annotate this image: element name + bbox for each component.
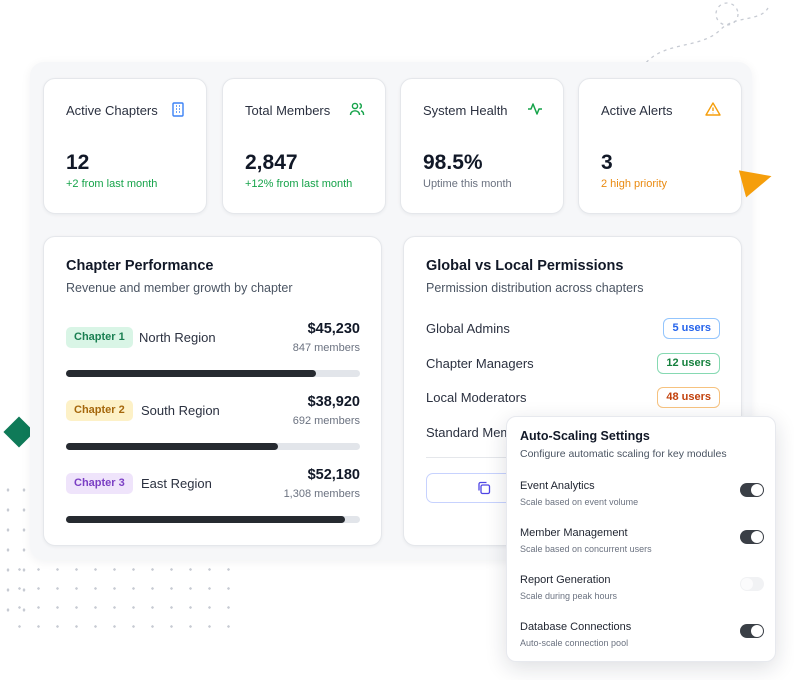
chapter-chip: Chapter 1 [66, 327, 133, 348]
toggle-knob [751, 625, 763, 637]
setting-row-event-analytics: Event Analytics Scale based on event vol… [520, 480, 764, 514]
setting-label: Event Analytics [520, 480, 595, 492]
permission-row[interactable]: Global Admins 5 users [426, 318, 720, 340]
toggle-knob [741, 578, 753, 590]
setting-row-member-management: Member Management Scale based on concurr… [520, 527, 764, 561]
stat-value: 3 [601, 151, 613, 174]
stat-card-total-members[interactable]: Total Members 2,847 +12% from last month [222, 78, 386, 214]
chapter-members: 692 members [292, 415, 360, 427]
chapter-chip: Chapter 2 [66, 400, 133, 421]
setting-label: Database Connections [520, 621, 632, 633]
toggle-knob [751, 531, 763, 543]
auto-scaling-popover: Auto-Scaling Settings Configure automati… [506, 416, 776, 662]
permission-label: Chapter Managers [426, 356, 534, 371]
stat-caption: 2 high priority [601, 178, 668, 190]
stat-label: Active Chapters [66, 103, 158, 118]
stat-label: System Health [423, 103, 508, 118]
building-icon [172, 102, 184, 117]
chapter-region: North Region [139, 330, 216, 345]
stat-caption: Uptime this month [423, 178, 512, 190]
chapter-chip: Chapter 3 [66, 473, 133, 494]
permission-row[interactable]: Local Moderators 48 users [426, 387, 720, 409]
setting-label: Member Management [520, 527, 628, 539]
stat-change: +12% from last month [245, 178, 353, 190]
chapter-performance-card: Chapter Performance Revenue and member g… [43, 236, 382, 546]
stat-change: +2 from last month [66, 178, 158, 190]
popover-title: Auto-Scaling Settings [520, 429, 650, 443]
toggle-switch[interactable] [740, 483, 764, 497]
decorative-dots [10, 560, 235, 630]
setting-row-report-generation: Report Generation Scale during peak hour… [520, 574, 764, 608]
card-title: Chapter Performance [66, 258, 214, 274]
decorative-curve [641, 2, 769, 69]
card-subtitle: Revenue and member growth by chapter [66, 281, 293, 295]
permission-row[interactable]: Chapter Managers 12 users [426, 353, 720, 375]
stat-value: 12 [66, 151, 90, 174]
permission-label: Standard Mem [426, 425, 512, 440]
progress-fill [66, 516, 346, 523]
chapter-revenue: $52,180 [307, 467, 360, 483]
popover-subtitle: Configure automatic scaling for key modu… [520, 448, 727, 460]
user-count-badge: 48 users [657, 387, 720, 408]
setting-description: Scale based on concurrent users [520, 544, 652, 554]
setting-description: Auto-scale connection pool [520, 638, 629, 648]
setting-row-database-connections: Database Connections Auto-scale connecti… [520, 621, 764, 655]
progress-fill [66, 370, 316, 377]
chapter-revenue: $38,920 [307, 394, 360, 410]
progress-fill [66, 443, 278, 450]
toggle-knob [751, 484, 763, 496]
stat-value: 2,847 [245, 151, 298, 174]
stat-label: Active Alerts [601, 103, 673, 118]
permission-label: Local Moderators [426, 390, 527, 405]
stat-card-system-health[interactable]: System Health 98.5% Uptime this month [400, 78, 564, 214]
chapter-region: South Region [141, 403, 220, 418]
users-icon [349, 102, 365, 116]
setting-description: Scale based on event volume [520, 497, 639, 507]
user-count-badge: 5 users [663, 318, 720, 339]
permission-label: Global Admins [426, 321, 510, 336]
chapter-row[interactable]: Chapter 1 North Region $45,230 847 membe… [66, 321, 360, 385]
setting-description: Scale during peak hours [520, 591, 618, 601]
chapter-row[interactable]: Chapter 3 East Region $52,180 1,308 memb… [66, 467, 360, 531]
copy-icon [478, 481, 491, 495]
progress-track [66, 516, 360, 523]
chapter-members: 1,308 members [283, 488, 360, 500]
toggle-switch[interactable] [740, 577, 764, 591]
toggle-switch[interactable] [740, 624, 764, 638]
stat-card-active-chapters[interactable]: Active Chapters 12 +2 from last month [43, 78, 207, 214]
progress-track [66, 370, 360, 377]
card-subtitle: Permission distribution across chapters [426, 281, 644, 295]
stat-label: Total Members [245, 103, 331, 118]
activity-icon [528, 103, 542, 115]
stat-value: 98.5% [423, 151, 483, 174]
chapter-region: East Region [141, 476, 212, 491]
stat-card-active-alerts[interactable]: Active Alerts 3 2 high priority [578, 78, 742, 214]
warning-triangle-icon [705, 102, 721, 116]
chapter-row[interactable]: Chapter 2 South Region $38,920 692 membe… [66, 394, 360, 458]
chapter-revenue: $45,230 [307, 321, 360, 337]
decorative-triangle [738, 162, 776, 198]
progress-track [66, 443, 360, 450]
user-count-badge: 12 users [657, 353, 720, 374]
card-title: Global vs Local Permissions [426, 258, 624, 274]
chapter-members: 847 members [292, 342, 360, 354]
setting-label: Report Generation [520, 574, 611, 586]
toggle-switch[interactable] [740, 530, 764, 544]
